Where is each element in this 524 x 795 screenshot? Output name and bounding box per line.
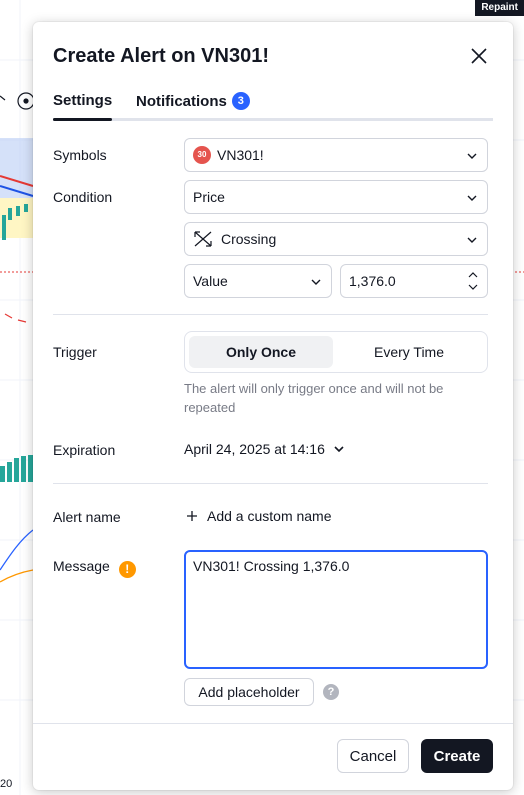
create-alert-dialog: Create Alert on VN301! Settings Notifica… <box>33 22 513 790</box>
crossing-icon <box>194 231 212 247</box>
add-custom-name-button[interactable]: Add a custom name <box>186 508 332 524</box>
section-divider <box>53 314 488 315</box>
chevron-down-icon <box>467 237 477 243</box>
condition-value-input[interactable]: 1,376.0 <box>340 264 488 298</box>
condition-target-type-select[interactable]: Value <box>184 264 332 298</box>
stepper-arrows-icon[interactable] <box>467 269 479 293</box>
tab-notifications[interactable]: Notifications 3 <box>136 92 250 110</box>
add-placeholder-button[interactable]: Add placeholder <box>184 678 314 706</box>
expiration-value: April 24, 2025 at 14:16 <box>184 441 325 457</box>
condition-target-type-value: Value <box>193 273 228 289</box>
chevron-down-icon <box>311 279 321 285</box>
trigger-hint: The alert will only trigger once and wil… <box>184 381 444 415</box>
expiration-dropdown[interactable]: April 24, 2025 at 14:16 <box>184 441 345 457</box>
condition-label: Condition <box>53 189 113 205</box>
active-tab-indicator <box>53 118 112 121</box>
chevron-down-icon <box>467 195 477 201</box>
symbol-logo: 30 <box>193 146 211 164</box>
chart-x-axis-label: 20 <box>0 778 13 790</box>
symbols-label: Symbols <box>53 147 107 163</box>
tabs-divider <box>53 118 493 121</box>
dialog-title: Create Alert on VN301! <box>53 45 269 67</box>
chevron-down-icon <box>334 446 344 453</box>
help-icon[interactable]: ? <box>323 684 339 700</box>
section-divider <box>53 483 488 484</box>
trigger-only-once-option[interactable]: Only Once <box>189 336 333 368</box>
trigger-label: Trigger <box>53 344 97 360</box>
expiration-label: Expiration <box>53 442 116 458</box>
trigger-every-time-option[interactable]: Every Time <box>337 336 481 368</box>
message-label: Message <box>53 558 110 574</box>
symbol-select[interactable]: 30 VN301! <box>184 138 488 172</box>
notifications-count-badge: 3 <box>231 92 250 110</box>
condition-operator-value: Crossing <box>221 231 277 247</box>
message-textarea[interactable]: VN301! Crossing 1,376.0 <box>184 550 488 669</box>
alert-name-label: Alert name <box>53 509 121 525</box>
trigger-segmented-control: Only Once Every Time <box>184 331 488 373</box>
add-custom-name-label: Add a custom name <box>207 508 332 524</box>
plus-icon <box>187 511 197 521</box>
condition-operator-select[interactable]: Crossing <box>184 222 488 256</box>
repaint-badge: Repaint <box>475 0 524 16</box>
condition-source-select[interactable]: Price <box>184 180 488 214</box>
close-icon[interactable] <box>467 44 491 68</box>
tab-settings[interactable]: Settings <box>53 92 112 109</box>
symbol-value: VN301! <box>217 147 264 163</box>
warning-icon[interactable]: ! <box>118 561 136 578</box>
cancel-button[interactable]: Cancel <box>337 739 409 773</box>
chevron-down-icon <box>467 153 477 159</box>
tab-notifications-label: Notifications <box>136 92 227 110</box>
condition-source-value: Price <box>193 189 225 205</box>
footer-divider <box>33 723 513 724</box>
condition-value-text: 1,376.0 <box>349 273 396 289</box>
create-button[interactable]: Create <box>421 739 493 773</box>
message-label-row: Message ! <box>53 558 136 578</box>
